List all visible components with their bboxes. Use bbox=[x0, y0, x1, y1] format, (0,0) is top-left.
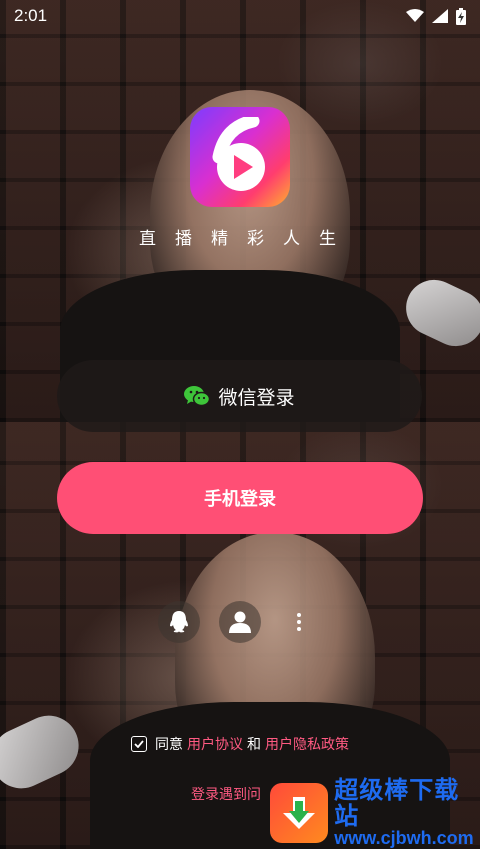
user-agreement-link[interactable]: 用户协议 bbox=[187, 734, 243, 754]
watermark-url: www.cjbwh.com bbox=[334, 827, 474, 848]
more-dots-icon bbox=[297, 613, 301, 631]
app-logo-6-play-icon bbox=[212, 117, 265, 191]
qq-login-button[interactable] bbox=[158, 601, 200, 643]
status-time: 2:01 bbox=[14, 6, 48, 25]
status-bar: 2:01 bbox=[0, 0, 480, 32]
phone-login-label: 手机登录 bbox=[204, 489, 276, 510]
signal-icon bbox=[432, 9, 448, 23]
agreement-prefix: 同意 bbox=[155, 737, 183, 753]
user-icon bbox=[229, 611, 251, 633]
wechat-icon bbox=[184, 386, 211, 407]
background-video-top bbox=[0, 0, 480, 422]
slogan: 直播精彩人生 bbox=[139, 229, 355, 249]
login-problem-link[interactable]: 登录遇到问 bbox=[191, 784, 261, 804]
agreement-row: 同意 用户协议 和 用户隐私政策 bbox=[0, 734, 480, 754]
wechat-login-button[interactable]: 微信登录 bbox=[57, 360, 422, 432]
app-logo bbox=[190, 107, 290, 207]
account-login-button[interactable] bbox=[219, 601, 261, 643]
more-options-button[interactable] bbox=[278, 601, 320, 643]
battery-charging-icon bbox=[456, 7, 466, 25]
privacy-policy-link[interactable]: 用户隐私政策 bbox=[265, 734, 349, 754]
wechat-login-label: 微信登录 bbox=[218, 386, 295, 409]
watermark: 超级棒下载站 www.cjbwh.com bbox=[268, 778, 480, 847]
agreement-conjunction: 和 bbox=[247, 737, 261, 753]
watermark-title: 超级棒下载站 bbox=[334, 776, 460, 830]
agreement-checkbox[interactable] bbox=[131, 736, 147, 752]
wifi-icon bbox=[406, 9, 424, 22]
qq-icon bbox=[170, 611, 188, 633]
watermark-text: 超级棒下载站 www.cjbwh.com bbox=[334, 778, 480, 847]
phone-login-button[interactable]: 手机登录 bbox=[57, 462, 423, 534]
download-arrow-icon bbox=[283, 797, 316, 829]
check-icon bbox=[134, 740, 144, 748]
status-icons bbox=[406, 7, 466, 25]
watermark-logo bbox=[270, 783, 329, 843]
background-microphone bbox=[396, 270, 480, 356]
